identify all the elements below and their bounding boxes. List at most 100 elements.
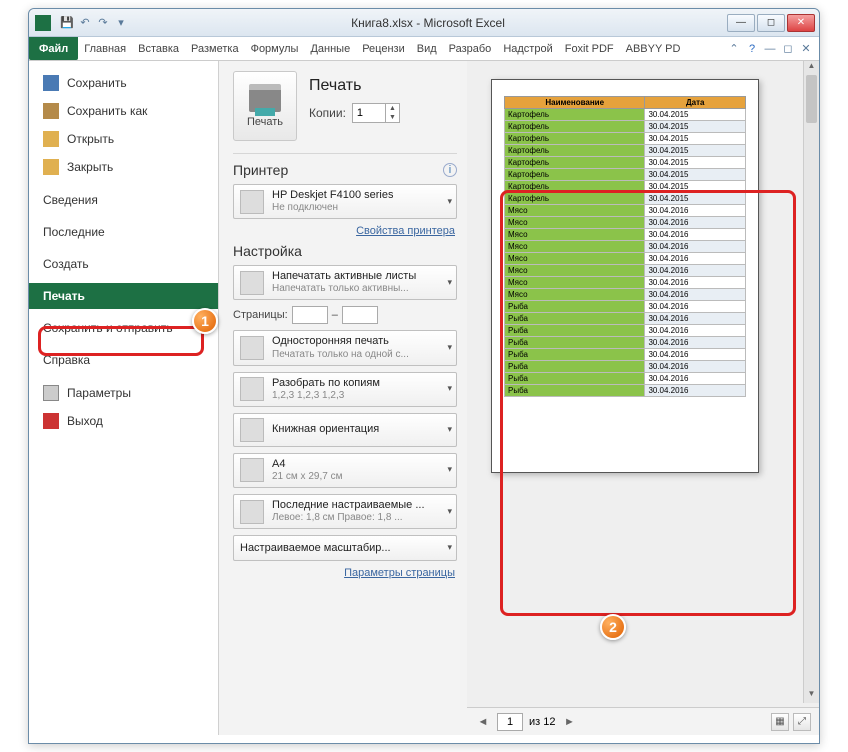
ribbon-tab-addins[interactable]: Надстрой bbox=[497, 37, 558, 60]
ribbon-tab-file[interactable]: Файл bbox=[29, 37, 78, 60]
backstage-menu: Сохранить Сохранить как Открыть Закрыть … bbox=[29, 61, 219, 735]
cell-date: 30.04.2015 bbox=[645, 145, 746, 157]
printer-device-icon bbox=[240, 190, 264, 214]
qat-save-icon[interactable]: 💾 bbox=[59, 15, 75, 31]
ribbon-tab-insert[interactable]: Вставка bbox=[132, 37, 185, 60]
ribbon-tab-abbyy[interactable]: ABBYY PD bbox=[620, 37, 687, 60]
ribbon-tab-developer[interactable]: Разрабо bbox=[443, 37, 498, 60]
minimize-button[interactable]: — bbox=[727, 14, 755, 32]
menu-exit-label: Выход bbox=[67, 414, 103, 428]
next-page-button[interactable]: ► bbox=[561, 716, 577, 728]
table-row: Картофель30.04.2015 bbox=[505, 109, 746, 121]
ribbon-window-restore-icon[interactable]: ◻ bbox=[781, 42, 795, 55]
table-row: Мясо30.04.2016 bbox=[505, 253, 746, 265]
scroll-up-icon[interactable]: ▲ bbox=[804, 61, 819, 75]
ribbon-tab-view[interactable]: Вид bbox=[411, 37, 443, 60]
menu-new[interactable]: Создать bbox=[29, 251, 218, 277]
ribbon-window-min-icon[interactable]: — bbox=[763, 43, 777, 55]
page-setup-link[interactable]: Параметры страницы bbox=[233, 567, 455, 579]
ribbon-tab-foxit[interactable]: Foxit PDF bbox=[559, 37, 620, 60]
ribbon-window-close-icon[interactable]: ✕ bbox=[799, 42, 813, 55]
ribbon-tab-review[interactable]: Рецензи bbox=[356, 37, 411, 60]
cell-date: 30.04.2015 bbox=[645, 133, 746, 145]
menu-close[interactable]: Закрыть bbox=[29, 153, 218, 181]
zoom-page-button[interactable]: ⤢ bbox=[793, 713, 811, 731]
margins-label: Последние настраиваемые ... bbox=[272, 499, 425, 512]
cell-date: 30.04.2016 bbox=[645, 313, 746, 325]
collate-dropdown[interactable]: Разобрать по копиям 1,2,3 1,2,3 1,2,3 bbox=[233, 372, 457, 407]
qat-more-icon[interactable]: ▾ bbox=[113, 15, 129, 31]
scroll-thumb[interactable] bbox=[806, 75, 817, 123]
margins-sub: Левое: 1,8 см Правое: 1,8 ... bbox=[272, 512, 425, 524]
window-buttons: — ◻ ✕ bbox=[727, 14, 815, 32]
prev-page-button[interactable]: ◄ bbox=[475, 716, 491, 728]
table-row: Рыба30.04.2016 bbox=[505, 313, 746, 325]
margins-icon bbox=[240, 500, 264, 524]
pages-to-input[interactable] bbox=[342, 306, 378, 324]
cell-date: 30.04.2015 bbox=[645, 157, 746, 169]
paper-dropdown[interactable]: A4 21 см x 29,7 см bbox=[233, 453, 457, 488]
printer-properties-link[interactable]: Свойства принтера bbox=[233, 225, 455, 237]
menu-save-as[interactable]: Сохранить как bbox=[29, 97, 218, 125]
menu-save-as-label: Сохранить как bbox=[67, 104, 147, 118]
table-row: Картофель30.04.2015 bbox=[505, 133, 746, 145]
cell-name: Мясо bbox=[505, 229, 645, 241]
exit-icon bbox=[43, 413, 59, 429]
copies-input[interactable] bbox=[353, 104, 385, 122]
ribbon-tab-data[interactable]: Данные bbox=[304, 37, 356, 60]
menu-share[interactable]: Сохранить и отправить bbox=[29, 315, 218, 341]
orientation-dropdown[interactable]: Книжная ориентация bbox=[233, 413, 457, 447]
one-side-icon bbox=[240, 336, 264, 360]
scaling-dropdown[interactable]: Настраиваемое масштабир... bbox=[233, 535, 457, 561]
printer-dropdown[interactable]: HP Deskjet F4100 series Не подключен bbox=[233, 184, 457, 219]
table-row: Рыба30.04.2016 bbox=[505, 385, 746, 397]
close-button[interactable]: ✕ bbox=[787, 14, 815, 32]
table-row: Мясо30.04.2016 bbox=[505, 265, 746, 277]
menu-save[interactable]: Сохранить bbox=[29, 69, 218, 97]
paper-icon bbox=[240, 458, 264, 482]
open-icon bbox=[43, 131, 59, 147]
table-row: Мясо30.04.2016 bbox=[505, 241, 746, 253]
menu-info[interactable]: Сведения bbox=[29, 187, 218, 213]
info-icon[interactable]: i bbox=[443, 163, 457, 177]
cell-date: 30.04.2015 bbox=[645, 181, 746, 193]
cell-date: 30.04.2016 bbox=[645, 229, 746, 241]
callout-badge-1: 1 bbox=[192, 308, 218, 334]
ribbon-tab-formulas[interactable]: Формулы bbox=[245, 37, 305, 60]
menu-options[interactable]: Параметры bbox=[29, 379, 218, 407]
help-icon[interactable]: ? bbox=[745, 43, 759, 55]
app-window: 💾 ↶ ↷ ▾ Книга8.xlsx - Microsoft Excel — … bbox=[28, 8, 820, 744]
collate-label: Разобрать по копиям bbox=[272, 377, 380, 390]
cell-name: Рыба bbox=[505, 373, 645, 385]
save-icon bbox=[43, 75, 59, 91]
cell-date: 30.04.2016 bbox=[645, 373, 746, 385]
maximize-button[interactable]: ◻ bbox=[757, 14, 785, 32]
sides-dropdown[interactable]: Односторонняя печать Печатать только на … bbox=[233, 330, 457, 365]
show-margins-button[interactable]: ▦ bbox=[771, 713, 789, 731]
menu-recent[interactable]: Последние bbox=[29, 219, 218, 245]
margins-dropdown[interactable]: Последние настраиваемые ... Левое: 1,8 с… bbox=[233, 494, 457, 529]
menu-help[interactable]: Справка bbox=[29, 347, 218, 373]
printer-heading: Принтер bbox=[233, 162, 288, 178]
ribbon-tab-layout[interactable]: Разметка bbox=[185, 37, 245, 60]
close-file-icon bbox=[43, 159, 59, 175]
preview-scrollbar[interactable]: ▲ ▼ bbox=[803, 61, 819, 703]
ribbon-minimize-icon[interactable]: ⌃ bbox=[727, 42, 741, 55]
qat-redo-icon[interactable]: ↷ bbox=[95, 15, 111, 31]
page-number-input[interactable] bbox=[497, 713, 523, 731]
print-button[interactable]: Печать bbox=[233, 71, 297, 141]
ribbon-tab-home[interactable]: Главная bbox=[78, 37, 132, 60]
copies-spinner[interactable]: ▲▼ bbox=[352, 103, 400, 123]
menu-open[interactable]: Открыть bbox=[29, 125, 218, 153]
cell-date: 30.04.2016 bbox=[645, 217, 746, 229]
menu-print[interactable]: Печать bbox=[29, 283, 218, 309]
print-what-dropdown[interactable]: Напечатать активные листы Напечатать тол… bbox=[233, 265, 457, 300]
spin-up-icon[interactable]: ▲ bbox=[386, 104, 399, 113]
printer-icon bbox=[249, 84, 281, 112]
qat-undo-icon[interactable]: ↶ bbox=[77, 15, 93, 31]
scroll-down-icon[interactable]: ▼ bbox=[804, 689, 819, 703]
cell-name: Картофель bbox=[505, 133, 645, 145]
spin-down-icon[interactable]: ▼ bbox=[386, 113, 399, 122]
pages-from-input[interactable] bbox=[292, 306, 328, 324]
menu-exit[interactable]: Выход bbox=[29, 407, 218, 435]
